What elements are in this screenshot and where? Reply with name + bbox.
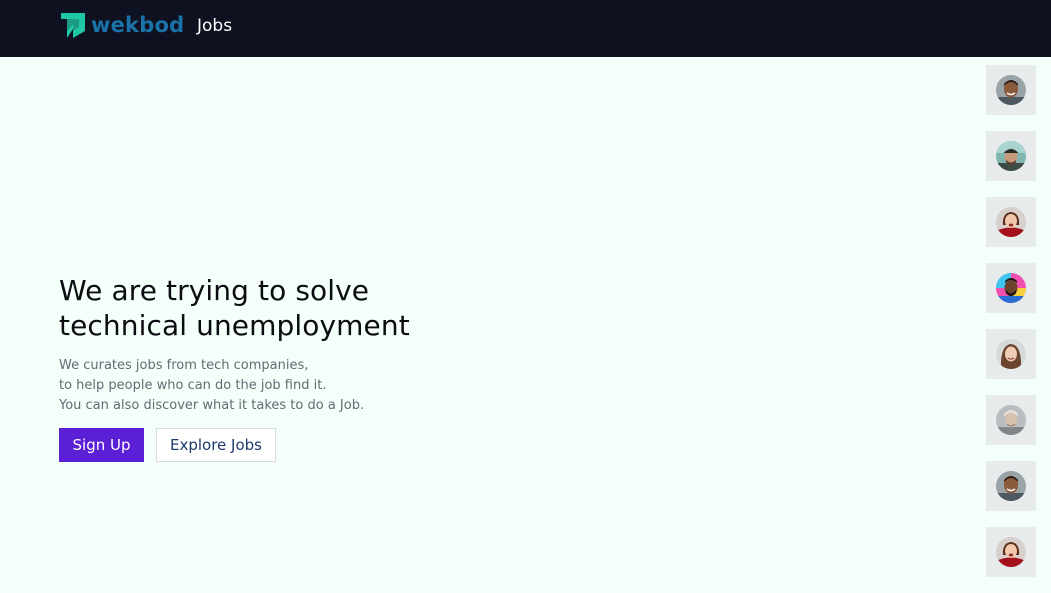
avatar-woman-brown-hair-icon <box>996 339 1026 369</box>
avatar-woman-red-top-icon <box>996 207 1026 237</box>
hero-desc-line-1: We curates jobs from tech companies, <box>59 358 309 373</box>
nav-jobs-link[interactable]: Jobs <box>197 15 232 37</box>
avatar-card[interactable] <box>986 395 1036 445</box>
avatar-rail <box>986 65 1036 593</box>
hero-actions: Sign Up Explore Jobs <box>59 428 276 462</box>
avatar-card[interactable] <box>986 131 1036 181</box>
hero-desc-line-3: You can also discover what it takes to d… <box>59 398 365 413</box>
hero-title: We are trying to solve technical unemplo… <box>59 273 479 343</box>
hero-section: We are trying to solve technical unemplo… <box>59 273 479 416</box>
avatar-card[interactable] <box>986 329 1036 379</box>
hero-title-line-2: technical unemployment <box>59 309 410 342</box>
top-navbar: wekbod Jobs <box>0 0 1051 57</box>
avatar-man-colorful-bg-icon <box>996 273 1026 303</box>
explore-jobs-button[interactable]: Explore Jobs <box>156 428 276 462</box>
avatar-person-grey-icon <box>996 405 1026 435</box>
brand-logo-link[interactable]: wekbod <box>59 11 184 39</box>
avatar-card[interactable] <box>986 65 1036 115</box>
sign-up-button[interactable]: Sign Up <box>59 428 144 462</box>
avatar-card[interactable] <box>986 461 1036 511</box>
avatar-man-smiling-icon <box>996 75 1026 105</box>
avatar-woman-red-top-icon <box>996 537 1026 567</box>
hero-title-line-1: We are trying to solve <box>59 274 370 307</box>
avatar-card[interactable] <box>986 263 1036 313</box>
brand-name: wekbod <box>91 13 185 37</box>
hero-desc-line-2: to help people who can do the job find i… <box>59 378 327 393</box>
avatar-card[interactable] <box>986 527 1036 577</box>
avatar-man-smiling-icon <box>996 471 1026 501</box>
wekbod-logo-icon <box>61 13 85 38</box>
avatar-card[interactable] <box>986 197 1036 247</box>
hero-description: We curates jobs from tech companies, to … <box>59 356 479 416</box>
avatar-man-cap-outdoor-icon <box>996 141 1026 171</box>
